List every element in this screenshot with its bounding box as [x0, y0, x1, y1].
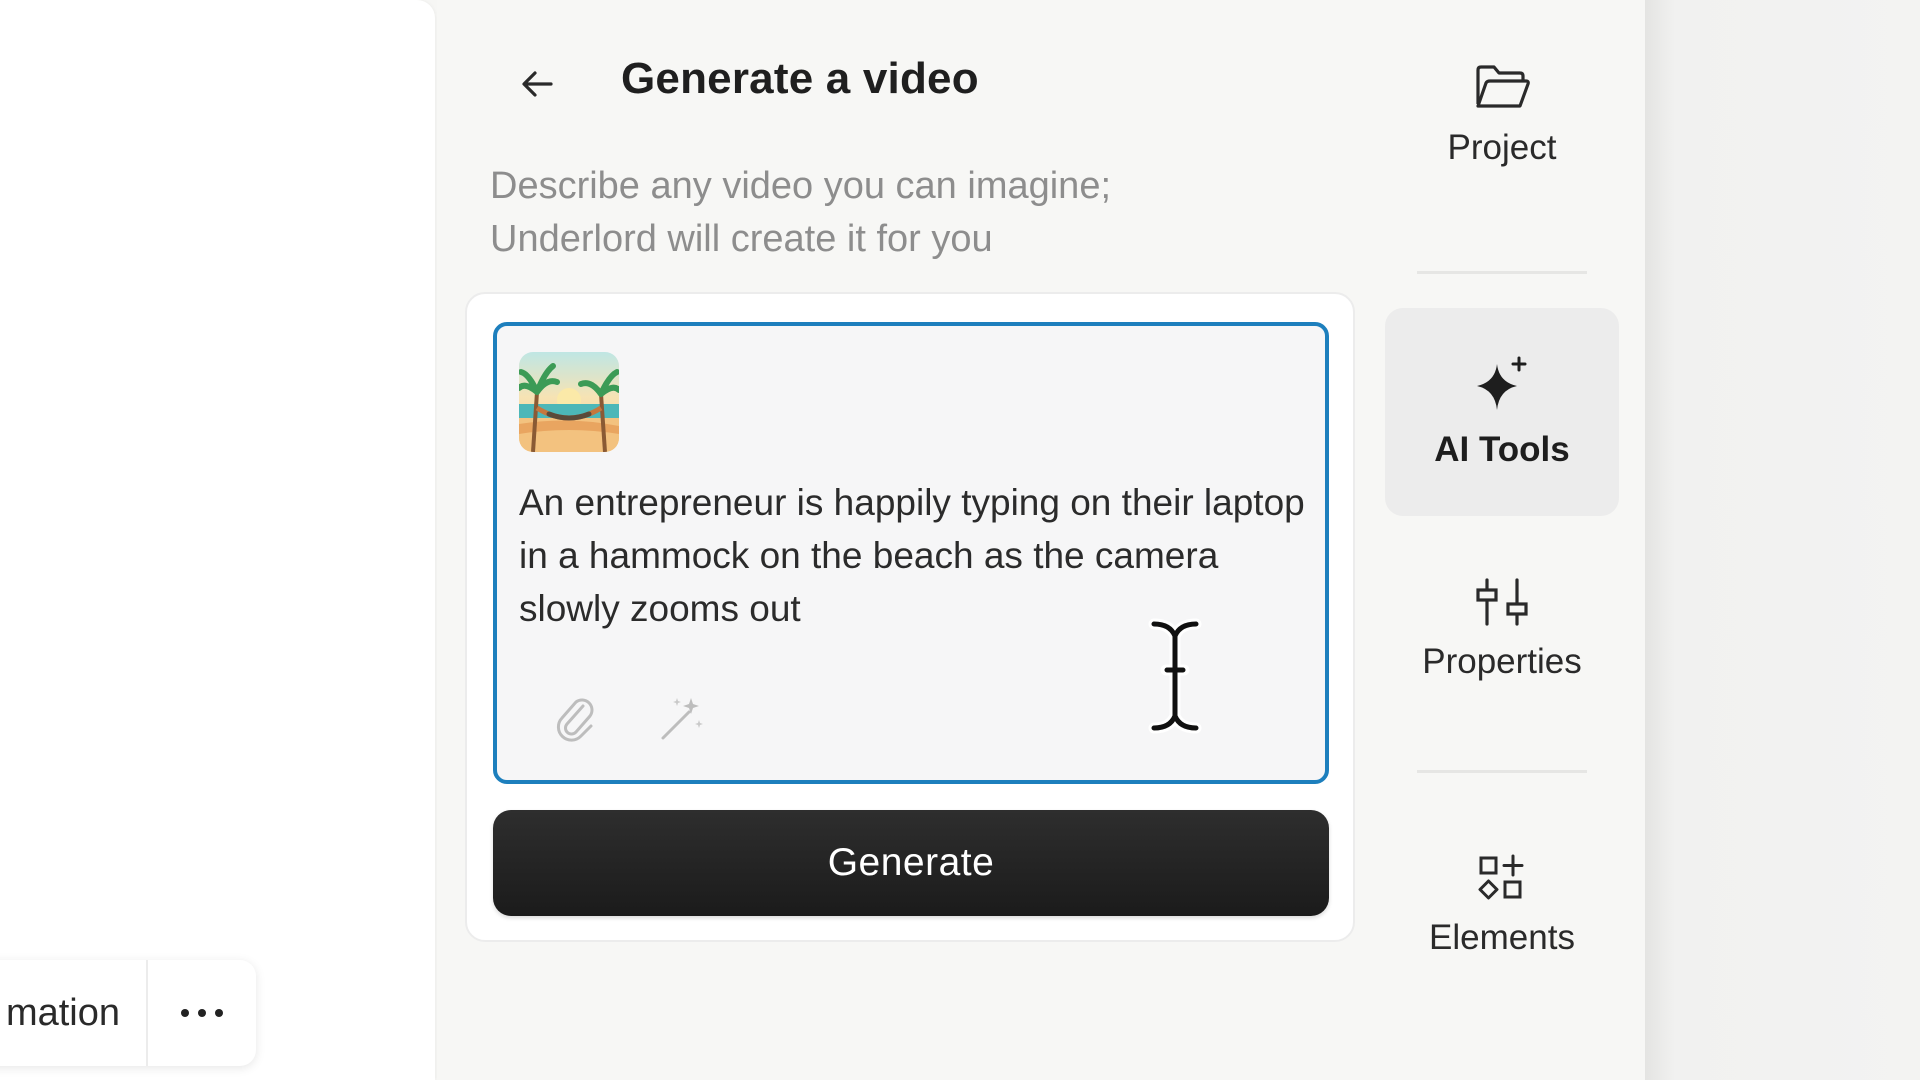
panel-description: Describe any video you can imagine; Unde… — [490, 160, 1230, 266]
rail-label-elements: Elements — [1429, 918, 1575, 957]
attach-button[interactable] — [549, 692, 601, 744]
rail-item-elements[interactable]: Elements — [1385, 854, 1619, 974]
back-button[interactable] — [509, 56, 565, 112]
prompt-text[interactable]: An entrepreneur is happily typing on the… — [519, 476, 1309, 635]
panel-title: Generate a video — [621, 54, 979, 103]
generate-button[interactable]: Generate — [493, 810, 1329, 916]
description-line-2: Underlord will create it for you — [490, 218, 993, 260]
more-dot — [198, 1009, 206, 1017]
sliders-icon — [1476, 578, 1528, 626]
more-dot — [181, 1009, 189, 1017]
description-line-1: Describe any video you can imagine; — [490, 165, 1112, 207]
rail-label-project: Project — [1447, 128, 1557, 167]
toolbar-label[interactable]: mation — [0, 992, 120, 1035]
app-window: mation Generate a video Describe any vid… — [0, 0, 1920, 1080]
sparkle-icon — [1477, 356, 1527, 410]
rail-label-ai-tools: AI Tools — [1434, 430, 1570, 469]
beach-hammock-thumbnail — [519, 352, 619, 452]
generate-video-panel: Generate a video Describe any video you … — [437, 0, 1355, 1080]
rail-item-ai-tools[interactable]: AI Tools — [1385, 308, 1619, 516]
rail-label-properties: Properties — [1422, 642, 1582, 681]
rail-divider — [1417, 770, 1587, 773]
rail-item-properties[interactable]: Properties — [1385, 578, 1619, 698]
attachment-thumbnail[interactable] — [519, 352, 619, 452]
more-options-button[interactable] — [148, 1009, 256, 1017]
canvas-area — [0, 0, 435, 1080]
paperclip-icon — [556, 698, 594, 742]
rail-divider — [1417, 271, 1587, 274]
text-cursor-icon — [1148, 618, 1202, 734]
arrow-left-icon — [522, 71, 553, 97]
canvas-floating-toolbar: mation — [0, 960, 256, 1066]
enhance-prompt-button[interactable] — [655, 692, 707, 744]
magic-wand-icon — [661, 698, 703, 740]
rail-item-project[interactable]: Project — [1385, 62, 1619, 202]
right-sidebar: Project AI Tools Properties Elements — [1355, 0, 1645, 1080]
more-dot — [215, 1009, 223, 1017]
shapes-icon — [1478, 854, 1524, 900]
window-edge — [1645, 0, 1920, 1080]
folder-icon — [1476, 65, 1530, 108]
